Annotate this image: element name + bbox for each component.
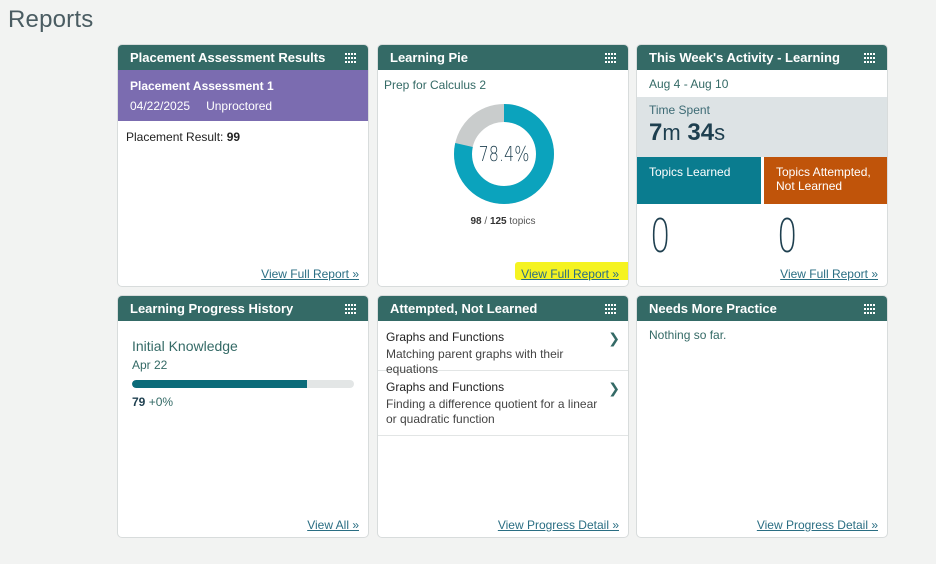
topics-total-count: 125	[489, 216, 507, 227]
history-progress-bar	[132, 380, 354, 388]
progress-history-header: Learning Progress History	[118, 296, 368, 321]
placement-card: Placement Assessment Results Placement A…	[117, 44, 369, 287]
progress-history-card: Learning Progress History Initial Knowle…	[117, 295, 369, 538]
weekly-activity-card: This Week's Activity - Learning Aug 4 - …	[636, 44, 888, 287]
chevron-right-icon[interactable]: ❯	[608, 380, 620, 397]
history-view-all-link[interactable]: View All »	[307, 518, 359, 532]
grid-dots-icon[interactable]	[605, 52, 616, 63]
assessment-mode: Unproctored	[206, 99, 273, 113]
time-spent-label: Time Spent	[649, 103, 710, 117]
item-topic: Finding a difference quotient for a line…	[386, 397, 598, 426]
learning-pie-title: Learning Pie	[390, 50, 469, 65]
placement-result-value: 99	[226, 130, 241, 144]
topics-learned-count: 98	[470, 216, 482, 227]
item-category: Graphs and Functions	[386, 330, 505, 344]
placement-result: Placement Result: 99	[118, 121, 368, 153]
history-score-value: 79	[132, 395, 146, 409]
learning-pie-topic-count: 98 / 125 topics	[470, 216, 536, 227]
assessment-name: Placement Assessment 1	[130, 79, 274, 93]
history-entry-date: Apr 22	[132, 358, 168, 372]
time-spent-box: Time Spent 7m 34s	[637, 97, 887, 157]
topics-label: topics	[509, 216, 536, 227]
progress-history-title: Learning Progress History	[130, 301, 294, 316]
minutes-unit: m	[662, 120, 681, 145]
time-seconds: 34	[687, 119, 715, 146]
learning-pie-view-full-report-link[interactable]: View Full Report »	[521, 267, 619, 281]
attempted-view-progress-detail-link[interactable]: View Progress Detail »	[498, 518, 619, 532]
attempted-header: Attempted, Not Learned	[378, 296, 628, 321]
history-entry-title[interactable]: Initial Knowledge	[118, 321, 368, 354]
chevron-right-icon[interactable]: ❯	[608, 330, 620, 347]
grid-dots-icon[interactable]	[864, 52, 875, 63]
item-category: Graphs and Functions	[386, 380, 505, 394]
activity-date-range: Aug 4 - Aug 10	[649, 77, 729, 91]
placement-result-label: Placement Result:	[126, 130, 224, 144]
weekly-activity-header: This Week's Activity - Learning	[637, 45, 887, 70]
practice-view-progress-detail-link[interactable]: View Progress Detail »	[757, 518, 878, 532]
grid-dots-icon[interactable]	[345, 52, 356, 63]
learning-pie-header: Learning Pie	[378, 45, 628, 70]
donut-percent-label: 78.4%	[479, 143, 530, 166]
topics-attempted-tile[interactable]: Topics Attempted, Not Learned	[764, 157, 887, 204]
placement-card-header: Placement Assessment Results	[118, 45, 368, 70]
history-progress-fill	[132, 380, 308, 388]
list-item[interactable]: Graphs and Functions Matching parent gra…	[378, 321, 628, 376]
learning-pie-card: Learning Pie Prep for Calculus 2 78.4% 9…	[377, 44, 629, 287]
learning-pie-course: Prep for Calculus 2	[384, 78, 487, 92]
grid-dots-icon[interactable]	[605, 303, 616, 314]
placement-view-full-report-link[interactable]: View Full Report »	[261, 267, 359, 281]
grid-dots-icon[interactable]	[345, 303, 356, 314]
grid-dots-icon[interactable]	[864, 303, 875, 314]
topics-learned-tile[interactable]: Topics Learned	[637, 157, 761, 204]
placement-assessment-banner[interactable]: Placement Assessment 1 04/22/2025 Unproct…	[118, 70, 368, 121]
history-score-delta: +0%	[148, 395, 174, 409]
placement-card-title: Placement Assessment Results	[130, 50, 326, 65]
needs-practice-header: Needs More Practice	[637, 296, 887, 321]
attempted-title: Attempted, Not Learned	[390, 301, 538, 316]
weekly-activity-title: This Week's Activity - Learning	[649, 50, 840, 65]
time-minutes: 7	[649, 119, 663, 146]
page-title: Reports	[8, 6, 94, 33]
topics-attempted-value: 0	[777, 209, 798, 263]
seconds-unit: s	[714, 120, 726, 145]
needs-practice-title: Needs More Practice	[649, 301, 777, 316]
history-score: 79 +0%	[118, 388, 368, 416]
learning-pie-donut[interactable]: 78.4%	[453, 103, 555, 205]
needs-practice-card: Needs More Practice Nothing so far. View…	[636, 295, 888, 538]
attempted-not-learned-card: Attempted, Not Learned Graphs and Functi…	[377, 295, 629, 538]
needs-practice-empty-text: Nothing so far.	[649, 328, 727, 342]
activity-view-full-report-link[interactable]: View Full Report »	[780, 267, 878, 281]
time-spent-value: 7m 34s	[649, 119, 875, 147]
assessment-date: 04/22/2025	[130, 99, 191, 113]
topics-learned-value: 0	[650, 209, 671, 263]
list-item[interactable]: Graphs and Functions Finding a differenc…	[378, 371, 628, 436]
